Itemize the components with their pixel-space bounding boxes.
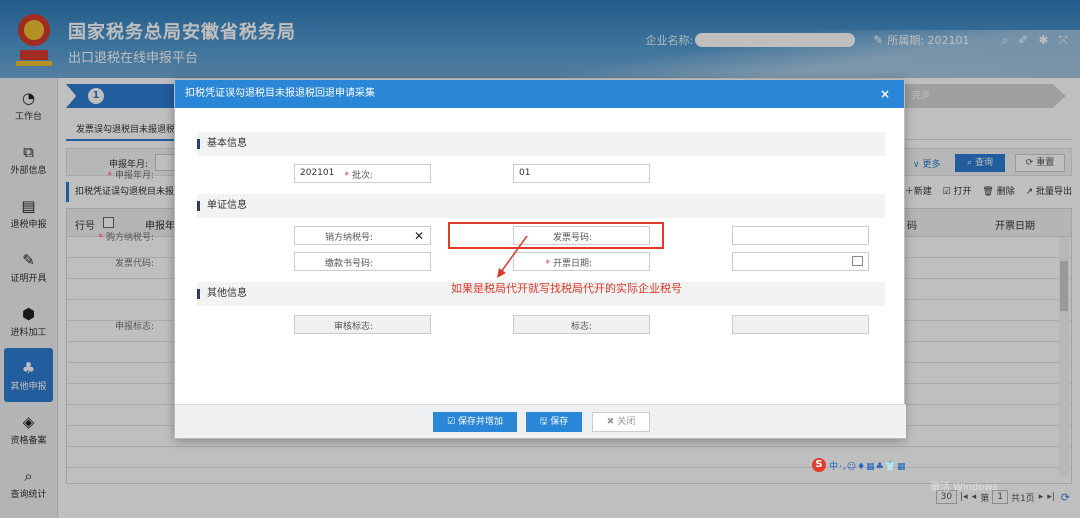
form-row-voucher-2: 发票代码: 缴款书号码: * 开票日期: xyxy=(115,252,906,272)
ime-tools[interactable]: 中·,☺♦▦♣👕▦ xyxy=(829,459,906,472)
invoice-no-input[interactable] xyxy=(732,226,869,245)
annotation-arrow-icon xyxy=(497,235,528,278)
issue-date-input[interactable] xyxy=(732,252,869,271)
ime-logo-icon: S xyxy=(812,458,826,472)
form-row-basic: * 申报年月: 202101 * 批次: 01 xyxy=(107,164,906,184)
flag-label: 标志: xyxy=(570,322,592,332)
payment-no-label: 缴款书号码: xyxy=(324,259,373,269)
section-basic-info: 基本信息 xyxy=(197,132,885,156)
seller-tax-id-label: 销方纳税号: xyxy=(324,233,373,243)
windows-watermark: 激活 Windows xyxy=(930,482,998,493)
buyer-tax-id-label: 购方纳税号: xyxy=(105,233,154,243)
ime-toolbar[interactable]: S 中·,☺♦▦♣👕▦ xyxy=(812,458,906,472)
collection-dialog: 扣税凭证误勾退税目未报退税回退申请采集 × 基本信息 * 申报年月: 202101… xyxy=(98,79,906,439)
save-and-add-button[interactable]: ☑ 保存并增加 xyxy=(433,412,517,432)
clear-icon[interactable]: ✕ xyxy=(414,228,424,245)
batch-label: 批次: xyxy=(351,171,373,181)
save-button[interactable]: 🖫 保存 xyxy=(526,412,582,432)
calendar-icon[interactable] xyxy=(852,256,863,266)
close-button[interactable]: ✖ 关闭 xyxy=(592,412,650,432)
batch-input[interactable]: 01 xyxy=(513,164,650,183)
period-label: 申报年月: xyxy=(114,171,154,181)
highlight-box xyxy=(448,222,664,249)
close-icon[interactable]: × xyxy=(880,80,890,108)
annotation-text: 如果是税局代开就写找税局代开的实际企业税号 xyxy=(451,282,682,295)
flag-input[interactable] xyxy=(732,315,869,334)
declare-flag-label: 申报标志: xyxy=(114,322,154,332)
dialog-title-bar: 扣税凭证误勾退税目未报退税回退申请采集 × xyxy=(175,80,904,108)
invoice-code-label: 发票代码: xyxy=(114,259,154,269)
dialog-title: 扣税凭证误勾退税目未报退税回退申请采集 xyxy=(185,88,375,99)
issue-date-label: 开票日期: xyxy=(552,259,592,269)
section-voucher-info: 单证信息 xyxy=(197,194,885,218)
audit-flag-label: 审核标志: xyxy=(333,322,373,332)
dialog-footer: ☑ 保存并增加 🖫 保存 ✖ 关闭 xyxy=(175,404,906,438)
form-row-other: 申报标志: 审核标志: 标志: xyxy=(115,315,906,335)
